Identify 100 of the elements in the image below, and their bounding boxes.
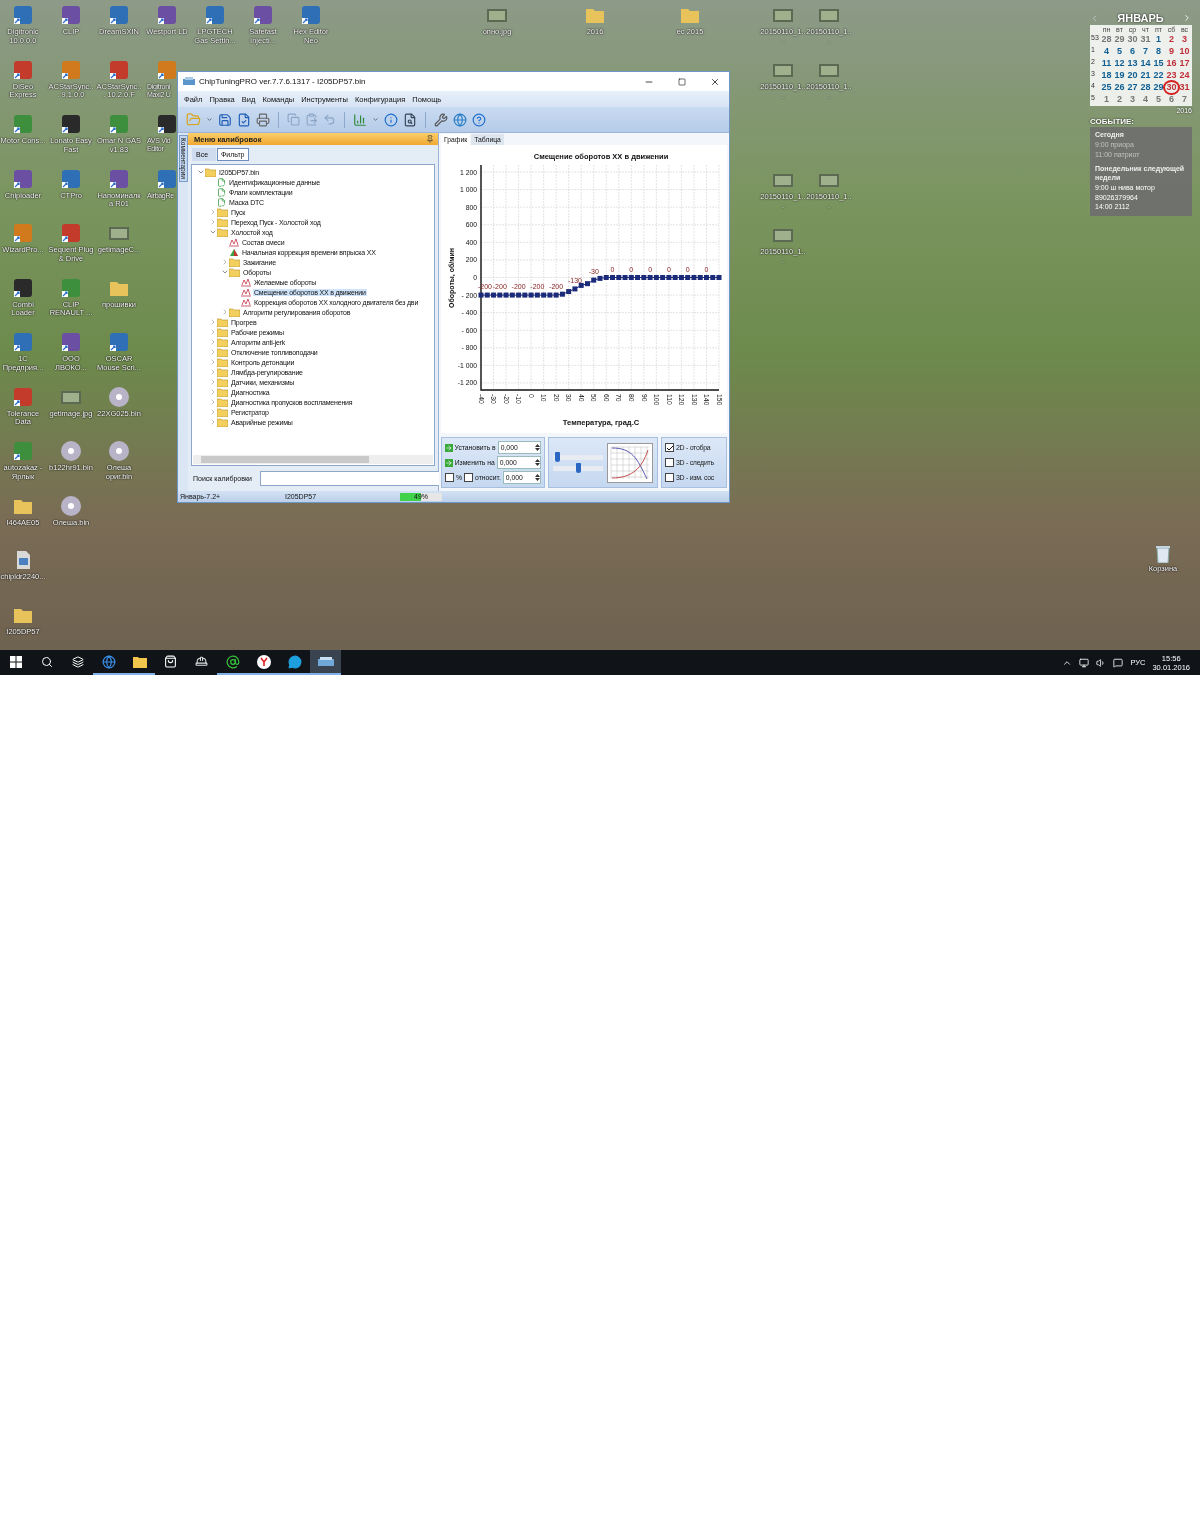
calendar-day[interactable]: 30 (1165, 82, 1178, 93)
help-icon[interactable] (472, 112, 486, 127)
calendar-day[interactable]: 18 (1100, 70, 1113, 81)
disc-icon[interactable] (108, 385, 130, 408)
calendar-day[interactable]: 16 (1165, 58, 1178, 69)
caret-icon[interactable] (206, 116, 213, 123)
calendar-day[interactable]: 14 (1139, 58, 1152, 69)
search-icon[interactable] (40, 655, 53, 668)
at-sign-icon[interactable] (225, 654, 240, 669)
calendar-day[interactable]: 25 (1100, 82, 1113, 93)
network-icon[interactable] (1079, 657, 1090, 668)
calendar-day[interactable]: 27 (1126, 82, 1139, 93)
calendar-day[interactable]: 28 (1100, 34, 1113, 45)
caret-icon[interactable] (372, 116, 379, 123)
calendar-day[interactable]: 1 (1100, 94, 1113, 105)
calendar-day[interactable]: 19 (1113, 70, 1126, 81)
search-icon[interactable] (403, 112, 417, 127)
app-icon[interactable] (317, 655, 334, 668)
disc-icon[interactable] (60, 440, 82, 462)
print-icon[interactable] (256, 112, 270, 127)
calendar-day[interactable]: 5 (1152, 94, 1165, 105)
browser-icon[interactable] (101, 654, 116, 669)
calendar-day[interactable]: 4 (1139, 94, 1152, 105)
task-view-icon[interactable] (71, 655, 84, 668)
spin-arrows-icon[interactable] (535, 458, 540, 467)
save-icon[interactable] (218, 112, 232, 127)
calendar-day[interactable]: 3 (1126, 94, 1139, 105)
calendar-day[interactable]: 23 (1165, 70, 1178, 81)
helmet-icon[interactable] (195, 655, 208, 668)
calendar-day[interactable]: 2 (1113, 94, 1126, 105)
calendar-day[interactable]: 29 (1152, 82, 1165, 93)
calendar-day[interactable]: 15 (1152, 58, 1165, 69)
calendar-day[interactable]: 4 (1100, 46, 1113, 57)
calendar-day[interactable]: 29 (1113, 34, 1126, 45)
calendar-day[interactable]: 28 (1139, 82, 1152, 93)
checkbox[interactable] (665, 443, 674, 452)
calendar-day[interactable]: 10 (1178, 46, 1191, 57)
calendar-day[interactable]: 2 (1165, 34, 1178, 45)
folder-icon[interactable] (132, 655, 147, 668)
expanded-chevron-icon[interactable] (208, 228, 217, 236)
slider-thumb[interactable] (555, 451, 561, 462)
app-icon[interactable] (60, 4, 82, 26)
slider-thumb[interactable] (575, 462, 581, 473)
app-icon[interactable] (60, 331, 82, 353)
chart-icon[interactable] (353, 112, 367, 127)
app-icon[interactable] (156, 4, 178, 26)
recycle-bin-icon[interactable] (1155, 543, 1171, 563)
expanded-chevron-icon[interactable] (220, 268, 229, 276)
scrollbar[interactable] (193, 455, 433, 464)
checkbox[interactable] (445, 473, 454, 482)
calendar-day[interactable]: 22 (1152, 70, 1165, 81)
calendar-day[interactable]: 8 (1152, 46, 1165, 57)
info-icon[interactable] (384, 112, 398, 127)
spin-arrows-icon[interactable] (535, 443, 540, 452)
calendar-day[interactable]: 21 (1139, 70, 1152, 81)
calendar-day[interactable]: 17 (1178, 58, 1191, 69)
calendar-day[interactable]: 31 (1178, 82, 1191, 93)
calendar-day[interactable]: 12 (1113, 58, 1126, 69)
disc-icon[interactable] (108, 440, 130, 462)
shopping-bag-icon[interactable] (164, 655, 177, 668)
round-app-icon[interactable] (256, 654, 271, 669)
close-icon (709, 76, 720, 87)
calendar-day[interactable]: 20 (1126, 70, 1139, 81)
calendar-day[interactable]: 7 (1178, 94, 1191, 105)
spin-arrows-icon[interactable] (535, 473, 540, 482)
app-icon[interactable] (60, 113, 82, 135)
notification-icon[interactable] (1113, 657, 1124, 668)
save-check-icon[interactable] (237, 112, 251, 127)
checkbox[interactable] (665, 458, 674, 467)
calendar-day[interactable]: 6 (1126, 46, 1139, 57)
calendar-day[interactable]: 13 (1126, 58, 1139, 69)
volume-icon[interactable] (1096, 657, 1107, 668)
calendar-day[interactable]: 6 (1165, 94, 1178, 105)
calendar-day[interactable]: 24 (1178, 70, 1191, 81)
windows-logo-icon[interactable] (9, 655, 22, 668)
app-icon[interactable] (156, 113, 178, 135)
calendar-day[interactable]: 30 (1126, 34, 1139, 45)
arrow-right-icon[interactable] (445, 443, 453, 452)
checkbox[interactable] (665, 473, 674, 482)
calendar-day[interactable]: 26 (1113, 82, 1126, 93)
disc-icon[interactable] (60, 494, 82, 517)
curve-graph-icon[interactable] (607, 442, 653, 483)
calendar-day[interactable]: 5 (1113, 46, 1126, 57)
calendar-day[interactable]: 3 (1178, 34, 1191, 45)
calendar-day[interactable]: 7 (1139, 46, 1152, 57)
calendar-day[interactable]: 31 (1139, 34, 1152, 45)
expanded-chevron-icon[interactable] (196, 168, 205, 176)
globe-icon[interactable] (453, 112, 467, 127)
slider[interactable] (553, 465, 603, 471)
taskbar-app[interactable] (310, 650, 341, 675)
calendar-day[interactable]: 11 (1100, 58, 1113, 69)
checkbox[interactable] (464, 473, 474, 482)
calendar-day[interactable]: 1 (1152, 34, 1165, 45)
wrench-icon[interactable] (434, 112, 448, 127)
calendar-day[interactable]: 9 (1165, 46, 1178, 57)
arrow-right-icon[interactable] (445, 458, 453, 467)
pin-icon[interactable] (426, 135, 434, 143)
app-icon[interactable] (252, 4, 274, 26)
chat-bubble-icon[interactable] (287, 654, 302, 669)
slider[interactable] (553, 454, 603, 460)
